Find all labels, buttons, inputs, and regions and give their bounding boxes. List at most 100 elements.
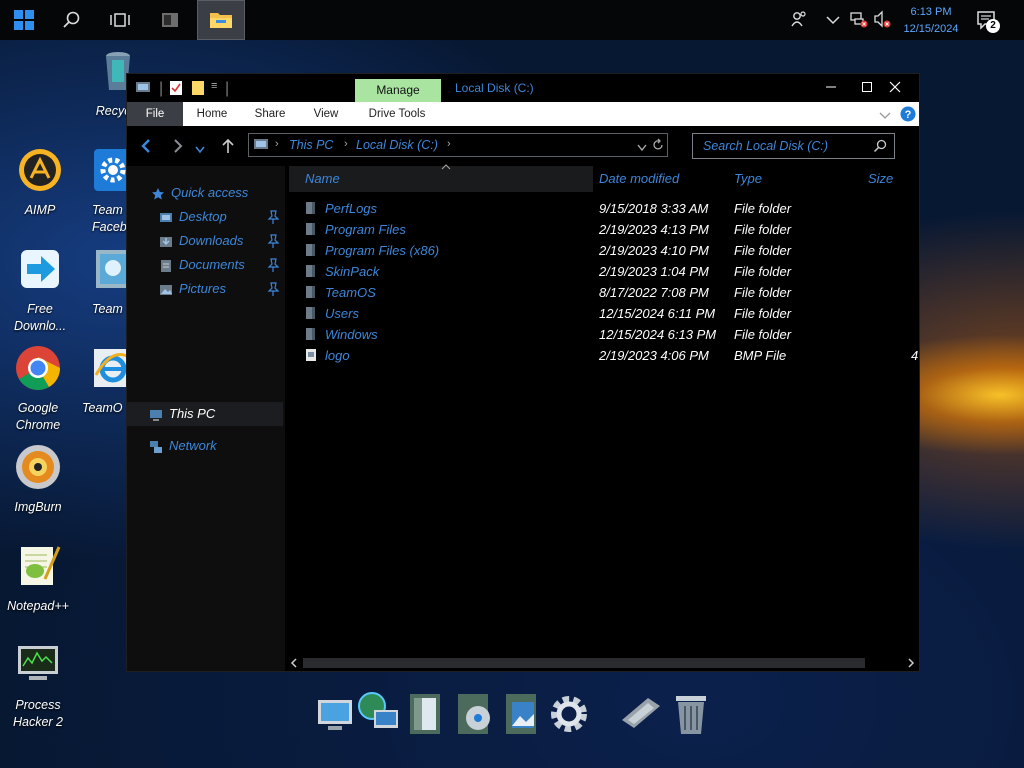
network-icon <box>150 440 162 453</box>
column-header-name[interactable]: Name <box>305 166 340 192</box>
tab-share[interactable]: Share <box>247 102 293 126</box>
table-row[interactable]: SkinPack 2/19/2023 1:04 PM File folder <box>287 261 919 282</box>
desktop-icon-process-hacker[interactable]: Process Hacker 2 <box>0 642 76 731</box>
search-button[interactable] <box>48 0 96 40</box>
breadcrumb-local-disk[interactable]: Local Disk (C:) <box>356 138 438 152</box>
navigation-pane: Quick access Desktop Downloads Documents… <box>127 166 285 671</box>
file-type: File folder <box>734 264 792 279</box>
tab-view[interactable]: View <box>303 102 349 126</box>
nav-pictures[interactable]: Pictures <box>159 278 226 300</box>
file-type: File folder <box>734 285 792 300</box>
app-button[interactable] <box>146 0 194 40</box>
tab-home[interactable]: Home <box>189 102 235 126</box>
column-header-date-modified[interactable]: Date modified <box>599 166 679 192</box>
pin-icon[interactable] <box>267 282 279 296</box>
refresh-icon <box>653 138 663 150</box>
scroll-right-icon[interactable] <box>907 658 915 668</box>
up-button[interactable] <box>221 138 235 159</box>
dock-recycle-bin-icon[interactable] <box>668 690 714 738</box>
clock[interactable]: 6:13 PM 12/15/2024 <box>890 4 972 38</box>
dock-media-icon[interactable] <box>452 690 498 738</box>
file-name: PerfLogs <box>325 201 378 216</box>
folder-icon <box>306 307 315 319</box>
properties-icon[interactable] <box>169 80 183 101</box>
dock-settings-gear-icon[interactable] <box>546 690 592 738</box>
nav-label: Pictures <box>179 281 226 296</box>
dock-folder-icon[interactable] <box>404 690 450 738</box>
task-view-button[interactable] <box>96 0 144 40</box>
table-row[interactable]: Users 12/15/2024 6:11 PM File folder <box>287 303 919 324</box>
chevron-up-icon[interactable] <box>826 12 840 28</box>
pin-icon[interactable] <box>267 210 279 224</box>
file-date: 12/15/2024 6:11 PM <box>599 306 716 321</box>
address-bar[interactable]: › This PC › Local Disk (C:) › <box>248 133 668 157</box>
table-row[interactable]: logo 2/19/2023 4:06 PM BMP File 4 <box>287 345 919 366</box>
nav-desktop[interactable]: Desktop <box>159 206 227 228</box>
desktop-icon-team[interactable]: Team <box>76 246 130 318</box>
desktop-icon-label: ImgBurn <box>14 500 62 514</box>
horizontal-scrollbar[interactable] <box>287 656 919 670</box>
tab-file[interactable]: File <box>127 102 183 126</box>
desktop-icon-imgburn[interactable]: ImgBurn <box>0 444 76 516</box>
search-input[interactable]: Search Local Disk (C:) <box>703 139 828 153</box>
refresh-button[interactable] <box>652 138 664 155</box>
chevron-down-icon <box>637 144 647 152</box>
desktop-icon-teamos[interactable]: TeamO <box>76 345 133 417</box>
dock-computer-icon[interactable] <box>312 690 358 738</box>
desktop-icon-label: Google Chrome <box>15 401 61 432</box>
back-button[interactable] <box>139 138 153 159</box>
table-row[interactable]: TeamOS 8/17/2022 7:08 PM File folder <box>287 282 919 303</box>
nav-documents[interactable]: Documents <box>159 254 245 276</box>
address-dropdown-button[interactable] <box>637 141 647 155</box>
table-row[interactable]: Windows 12/15/2024 6:13 PM File folder <box>287 324 919 345</box>
desktop-icon-label: TeamO <box>82 401 123 415</box>
scrollbar-thumb[interactable] <box>303 658 865 668</box>
volume-muted-icon[interactable] <box>873 10 891 31</box>
recent-locations-button[interactable] <box>195 141 205 159</box>
minimize-icon <box>826 86 836 88</box>
file-explorer-button[interactable] <box>197 0 245 40</box>
nav-network[interactable]: Network <box>149 435 217 457</box>
nav-this-pc[interactable]: This PC <box>149 403 215 425</box>
tab-drive-tools[interactable]: Drive Tools <box>359 102 435 126</box>
table-row[interactable]: PerfLogs 9/15/2018 3:33 AM File folder <box>287 198 919 219</box>
pin-icon[interactable] <box>267 258 279 272</box>
close-button[interactable] <box>877 78 913 98</box>
dock-pictures-icon[interactable] <box>500 690 546 738</box>
dock-control-panel-icon[interactable] <box>618 690 664 738</box>
chevron-down-icon <box>195 146 205 154</box>
help-icon[interactable]: ? <box>900 106 916 127</box>
desktop-icon-free-download-manager[interactable]: Free Downlo... <box>2 246 78 335</box>
title-bar[interactable]: | ≡ | Manage Local Disk (C:) <box>127 74 919 102</box>
column-header-type[interactable]: Type <box>734 166 762 192</box>
desktop-icon-aimp[interactable]: AIMP <box>2 147 78 219</box>
table-row[interactable]: Program Files 2/19/2023 4:13 PM File fol… <box>287 219 919 240</box>
expand-ribbon-icon[interactable] <box>879 108 891 126</box>
search-box[interactable]: Search Local Disk (C:) <box>692 133 895 159</box>
scroll-left-icon[interactable] <box>290 658 298 668</box>
forward-button[interactable] <box>171 138 185 159</box>
minimize-button[interactable] <box>813 78 849 98</box>
customize-toolbar-icon[interactable]: ≡ <box>211 80 217 92</box>
file-size: 4 <box>911 348 919 363</box>
people-icon[interactable] <box>790 10 808 31</box>
start-button[interactable] <box>0 0 48 40</box>
desktop-icon-notepad-plus-plus[interactable]: Notepad++ <box>0 543 76 615</box>
desktop-icon-team-facebook[interactable]: Team Faceb <box>76 147 132 236</box>
breadcrumb-this-pc[interactable]: This PC <box>289 138 333 152</box>
nav-label: Documents <box>179 257 245 272</box>
file-list: Name Date modified Type Size PerfLogs 9/… <box>287 164 919 660</box>
network-status-icon[interactable] <box>850 10 868 31</box>
column-header-size[interactable]: Size <box>868 166 893 192</box>
dock-network-icon[interactable] <box>356 690 402 738</box>
nav-downloads[interactable]: Downloads <box>159 230 243 252</box>
table-row[interactable]: Program Files (x86) 2/19/2023 4:10 PM Fi… <box>287 240 919 261</box>
new-folder-icon[interactable] <box>191 80 205 101</box>
nav-quick-access[interactable]: Quick access <box>151 182 248 204</box>
file-name: Windows <box>325 327 378 342</box>
file-date: 2/19/2023 4:13 PM <box>599 222 709 237</box>
nav-label: Network <box>169 438 217 453</box>
tab-manage[interactable]: Manage <box>355 79 441 102</box>
pin-icon[interactable] <box>267 234 279 248</box>
desktop-icon-google-chrome[interactable]: Google Chrome <box>0 345 76 434</box>
